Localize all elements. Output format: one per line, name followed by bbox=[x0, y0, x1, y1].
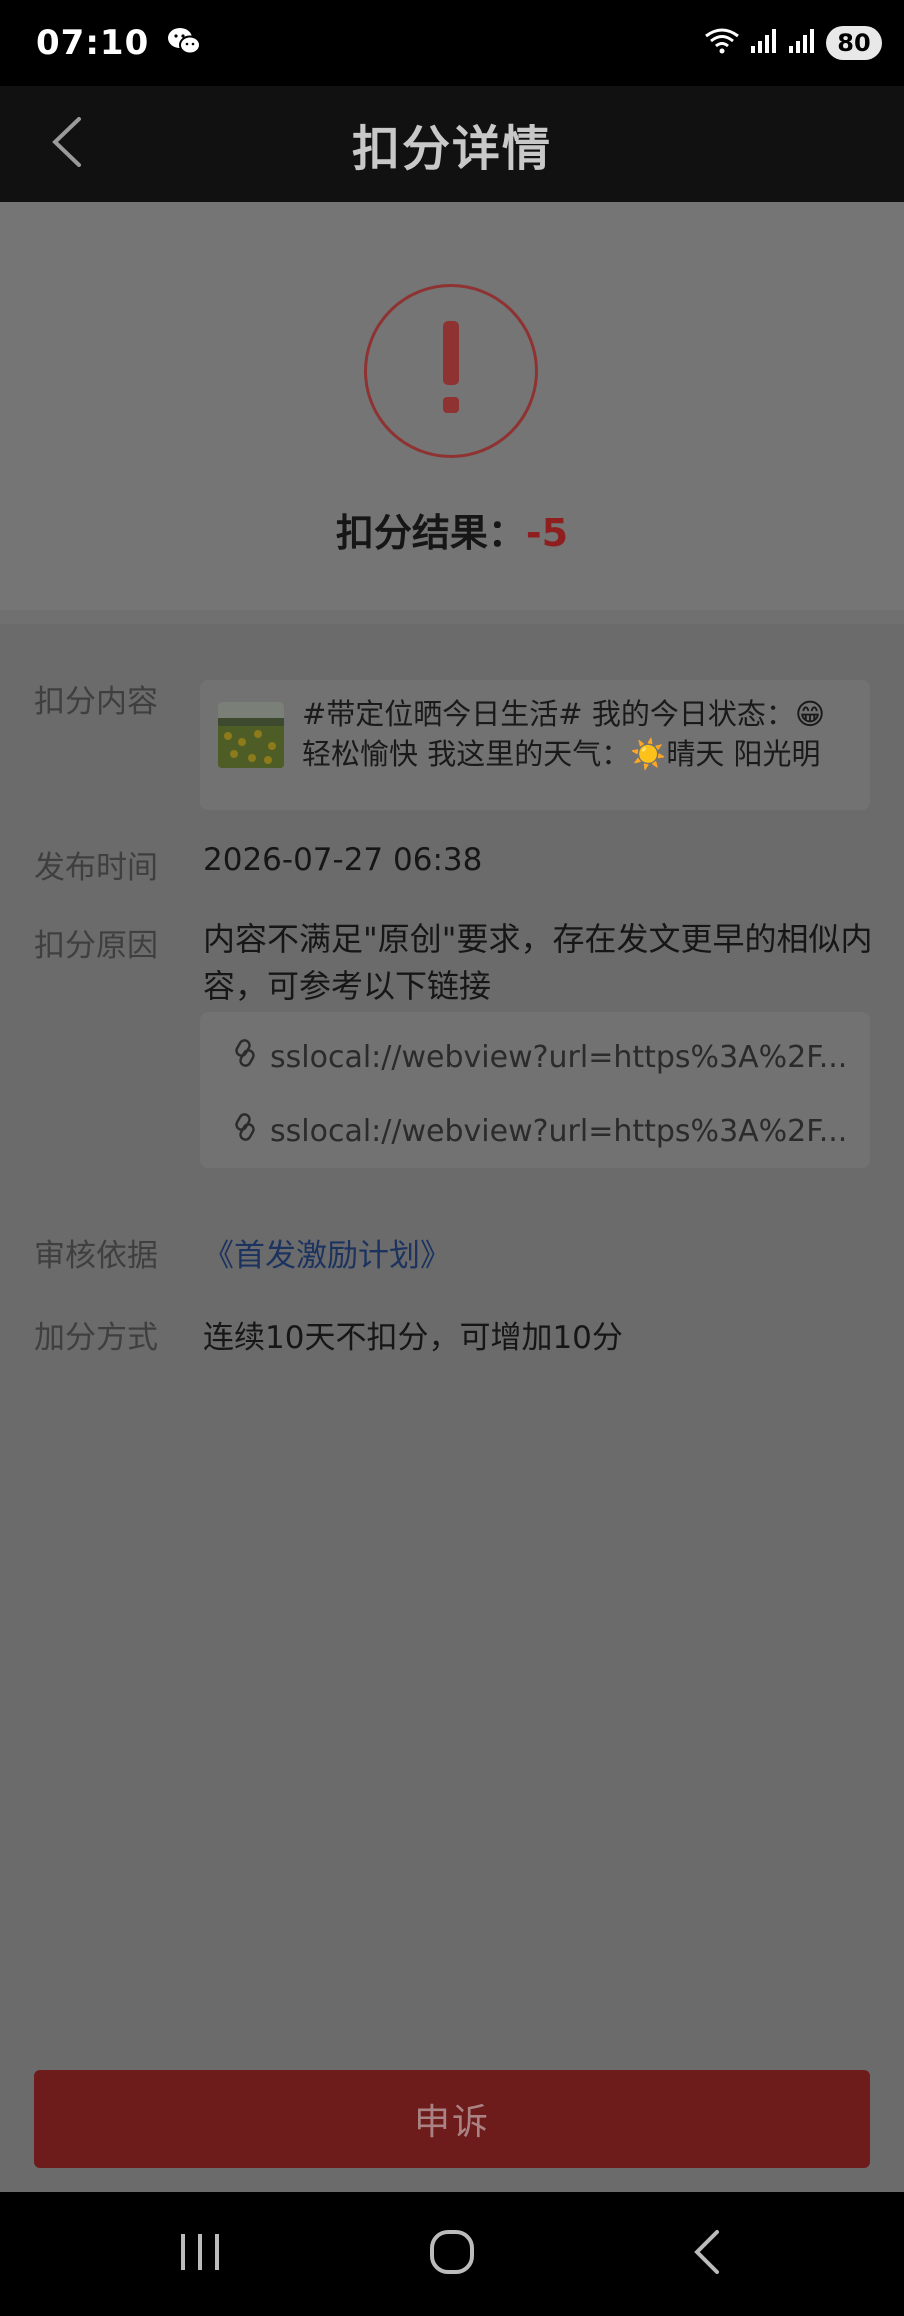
result-label: 扣分结果： bbox=[335, 511, 526, 555]
reason-text: 内容不满足"原创"要求，存在发文更早的相似内容，可参考以下链接 bbox=[203, 920, 873, 1005]
status-right: 80 bbox=[704, 26, 882, 60]
battery-indicator: 80 bbox=[826, 26, 882, 60]
bonus-value: 连续10天不扣分，可增加10分 bbox=[203, 1320, 623, 1356]
back-icon bbox=[689, 2228, 723, 2280]
signal-icon bbox=[788, 28, 816, 58]
page-title: 扣分详情 bbox=[351, 121, 552, 177]
details-section: 扣分内容 #带定位晒今日生活# 我的今日状态：😁轻松愉快 我这里的天气：☀️晴天… bbox=[0, 624, 904, 2054]
header: 扣分详情 bbox=[0, 86, 904, 202]
status-time: 07:10 bbox=[36, 23, 150, 63]
reference-link[interactable]: sslocal://webview?url=https%3A%2F... bbox=[230, 1112, 850, 1150]
link-icon bbox=[230, 1112, 260, 1150]
content-text: #带定位晒今日生活# 我的今日状态：😁轻松愉快 我这里的天气：☀️晴天 阳光明媚… bbox=[302, 697, 826, 778]
result-line: 扣分结果：-5 bbox=[0, 502, 904, 557]
appeal-button[interactable]: 申诉 bbox=[34, 2070, 870, 2168]
home-icon bbox=[427, 2227, 477, 2281]
reference-link-text: sslocal://webview?url=https%3A%2F... bbox=[270, 1039, 848, 1075]
wifi-icon bbox=[704, 26, 740, 60]
bonus-label: 加分方式 bbox=[34, 1320, 158, 1356]
section-divider bbox=[0, 610, 904, 624]
recent-apps-button[interactable] bbox=[160, 2222, 240, 2286]
status-bar: 07:10 80 bbox=[0, 0, 904, 86]
warning-icon bbox=[364, 284, 538, 458]
nav-back-button[interactable] bbox=[666, 2222, 746, 2286]
link-icon bbox=[230, 1038, 260, 1076]
result-section: 扣分结果：-5 bbox=[0, 202, 904, 610]
basis-label: 审核依据 bbox=[34, 1238, 158, 1274]
reference-links: sslocal://webview?url=https%3A%2F... ssl… bbox=[200, 1012, 870, 1168]
status-left: 07:10 bbox=[36, 23, 202, 63]
signal-icon bbox=[750, 28, 778, 58]
navigation-bar bbox=[0, 2192, 904, 2316]
reference-link[interactable]: sslocal://webview?url=https%3A%2F... bbox=[230, 1038, 850, 1076]
recent-apps-icon bbox=[177, 2230, 223, 2278]
wechat-icon bbox=[167, 26, 202, 60]
reference-link-text: sslocal://webview?url=https%3A%2F... bbox=[270, 1113, 848, 1149]
publish-time-label: 发布时间 bbox=[34, 850, 158, 886]
basis-link[interactable]: 《首发激励计划》 bbox=[203, 1230, 451, 1275]
publish-time-value: 2026-07-27 06:38 bbox=[203, 842, 483, 878]
content-thumbnail bbox=[218, 702, 284, 768]
content-card[interactable]: #带定位晒今日生活# 我的今日状态：😁轻松愉快 我这里的天气：☀️晴天 阳光明媚… bbox=[200, 680, 870, 810]
home-button[interactable] bbox=[412, 2222, 492, 2286]
content-label: 扣分内容 bbox=[34, 684, 158, 720]
reason-label: 扣分原因 bbox=[34, 928, 158, 964]
result-value: -5 bbox=[525, 511, 569, 555]
